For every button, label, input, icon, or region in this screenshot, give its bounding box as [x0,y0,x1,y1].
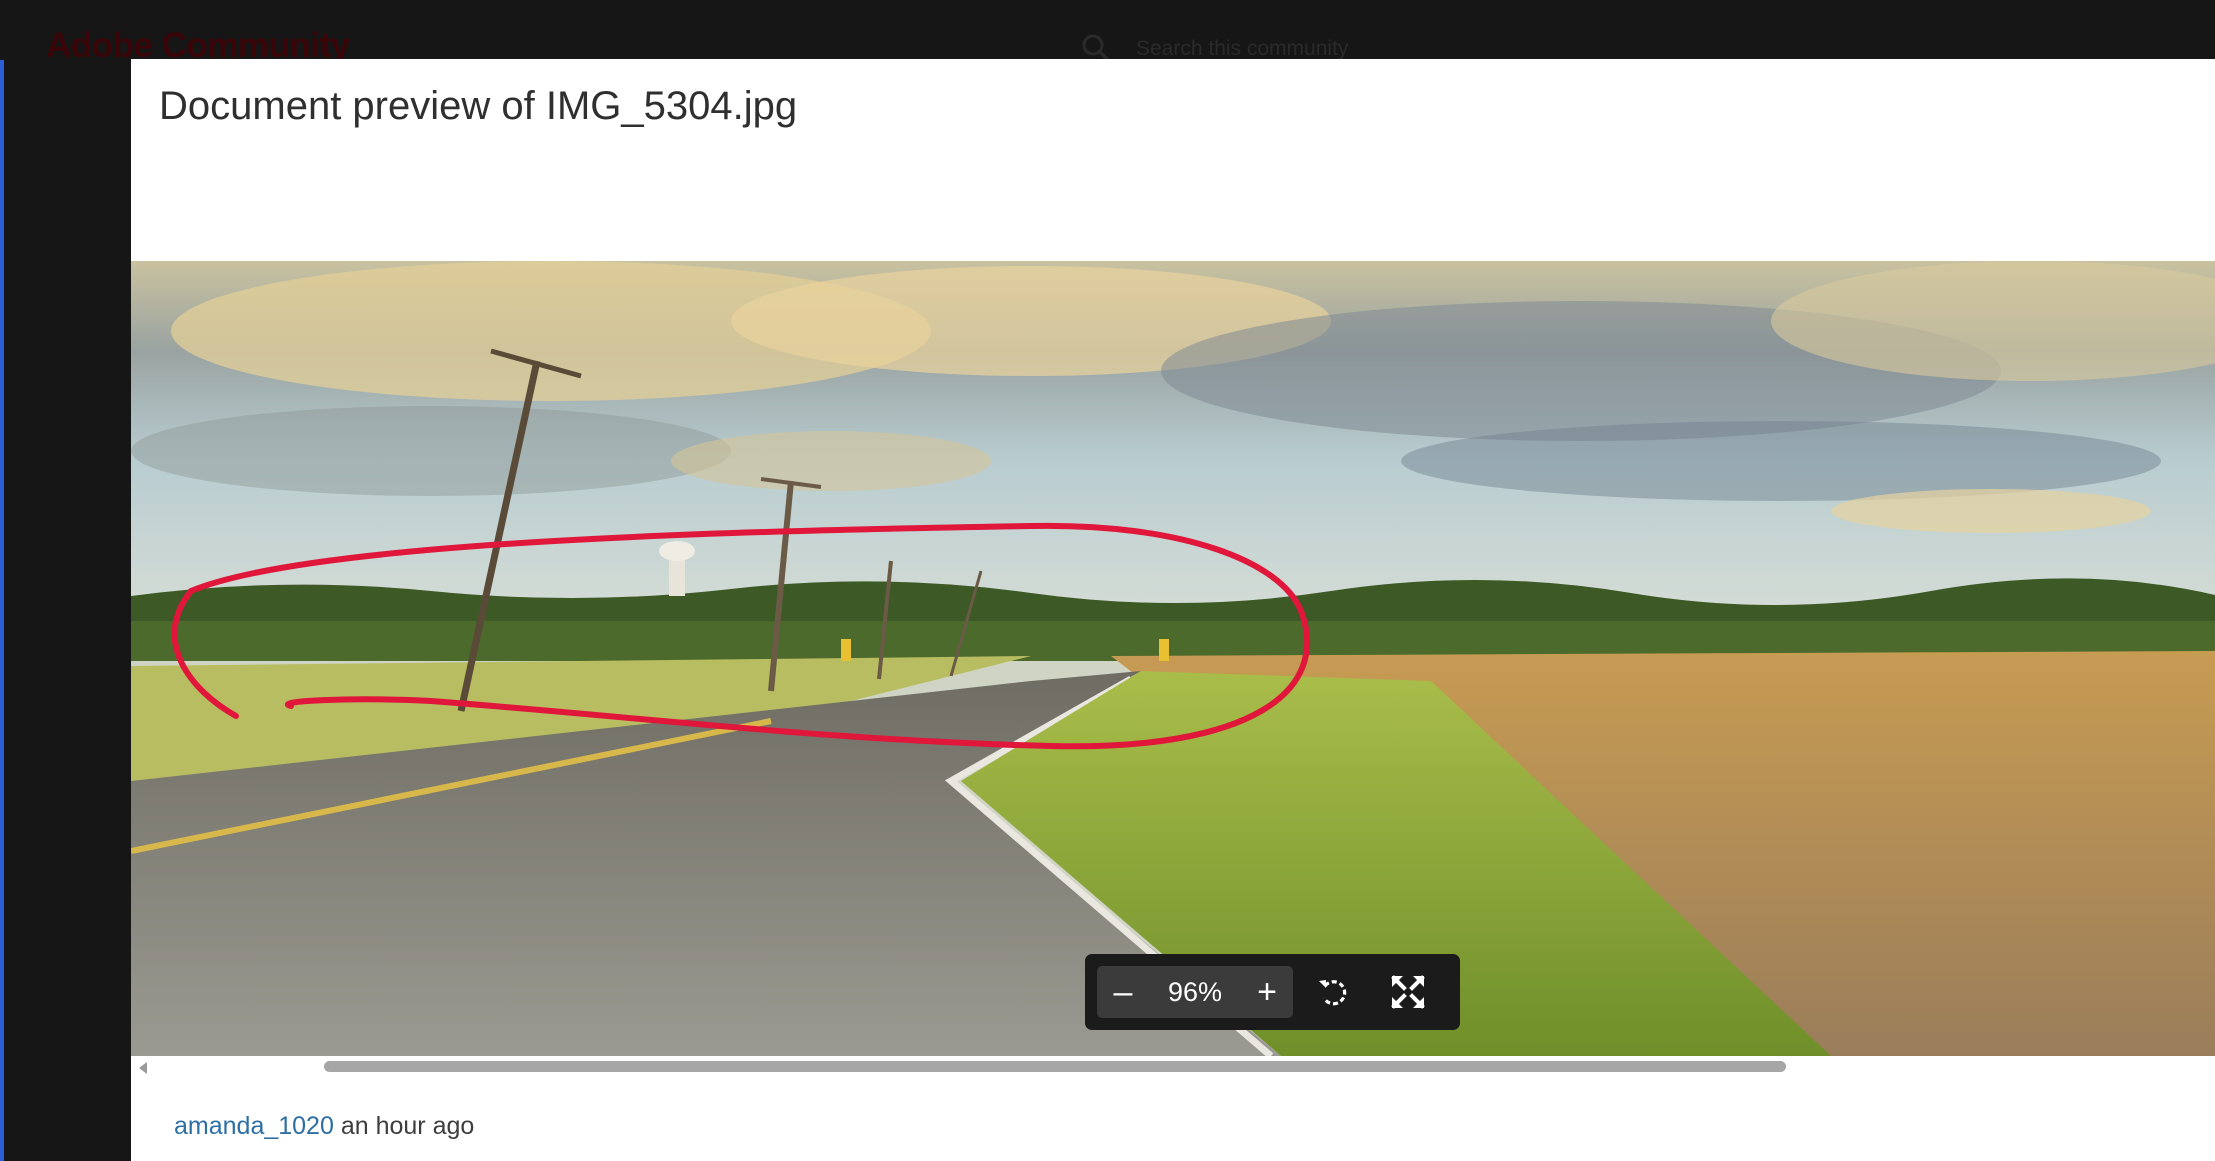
document-preview-modal: Document preview of IMG_5304.jpg – 96% +… [131,59,2215,1161]
zoom-controls: – 96% + [1097,966,1293,1018]
zoom-in-button[interactable]: + [1241,966,1293,1018]
post-time: an hour ago [340,1112,475,1140]
fullscreen-button[interactable] [1382,966,1434,1018]
author-link[interactable]: amanda_1020 [174,1112,334,1140]
image-viewer[interactable]: – 96% + [131,261,2215,1056]
site-header: Adobe Community [0,0,2215,65]
zoom-toolbar: – 96% + [1085,954,1460,1030]
scroll-left-arrow-icon[interactable] [139,1062,147,1074]
post-meta: amanda_1020 an hour ago [174,1112,474,1141]
rotate-icon [1319,980,1347,1006]
scrollbar-thumb[interactable] [324,1061,1786,1072]
zoom-out-button[interactable]: – [1097,966,1149,1018]
fullscreen-icon [1391,975,1425,1009]
preview-image [131,261,2215,1056]
modal-title: Document preview of IMG_5304.jpg [159,84,798,128]
rotate-button[interactable] [1308,966,1360,1018]
left-accent-bar [0,0,4,1161]
horizontal-scrollbar[interactable] [131,1056,2215,1078]
zoom-level: 96% [1167,977,1223,1007]
